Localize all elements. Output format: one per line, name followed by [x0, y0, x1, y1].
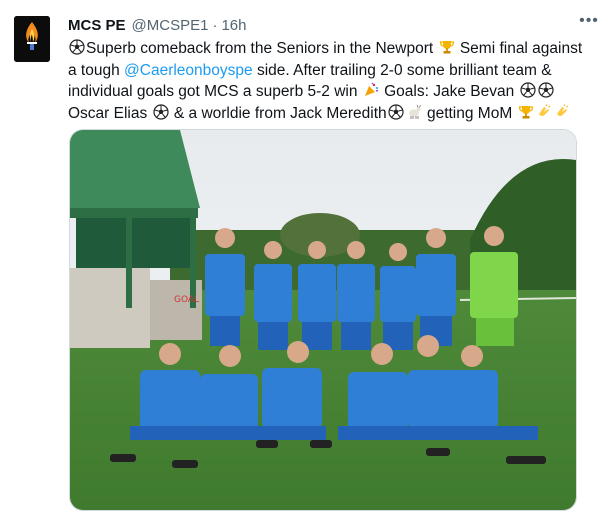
- soccer-ball-icon: [152, 104, 169, 120]
- text-part-4: Goals: Jake Bevan: [379, 83, 519, 101]
- mention-link[interactable]: @Caerleonboyspe: [124, 62, 253, 79]
- soccer-ball-icon: [69, 39, 85, 55]
- text-part-5: Oscar Elias: [68, 104, 152, 122]
- svg-text:GOAL: GOAL: [174, 295, 199, 305]
- more-icon[interactable]: •••: [576, 12, 602, 34]
- clapping-hands-icon: [556, 104, 568, 116]
- soccer-ball-icon: [537, 82, 554, 98]
- trophy-icon: [439, 41, 454, 54]
- goat-icon: [408, 104, 421, 119]
- soccer-ball-icon: [519, 82, 536, 98]
- text-part-6: & a worldie from Jack Meredith: [169, 104, 387, 122]
- tweet-time[interactable]: 16h: [221, 17, 246, 34]
- soccer-ball-icon: [388, 104, 404, 120]
- trophy-icon: [518, 105, 533, 119]
- profile-avatar[interactable]: [14, 16, 50, 62]
- tweet-header: MCS PE @MCSPE1 · 16h •••: [68, 12, 602, 36]
- author-handle[interactable]: @MCSPE1: [132, 17, 209, 34]
- tweet-text: Superb comeback from the Seniors in the …: [68, 38, 588, 124]
- torch-logo-icon: [14, 16, 50, 62]
- text-part-1: Superb comeback from the Seniors in the …: [86, 40, 438, 57]
- author-name[interactable]: MCS PE: [68, 17, 126, 34]
- text-part-7: getting MoM: [422, 104, 517, 122]
- tweet-photo[interactable]: GOAL: [69, 129, 577, 511]
- separator-dot: ·: [212, 16, 218, 34]
- party-popper-icon: [364, 82, 378, 97]
- clapping-hands-icon: [538, 104, 550, 116]
- team-photo-image: GOAL: [70, 130, 576, 510]
